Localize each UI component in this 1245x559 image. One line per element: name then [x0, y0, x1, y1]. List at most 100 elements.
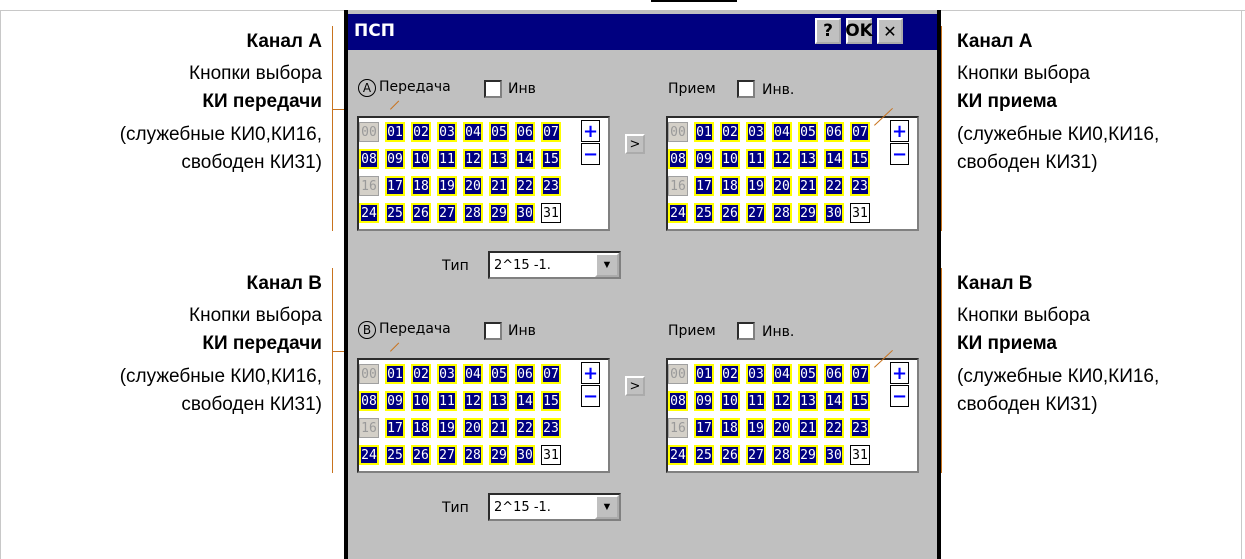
timeslot-button[interactable]: 12 [772, 391, 792, 411]
timeslot-button[interactable]: 02 [411, 122, 431, 142]
timeslot-button[interactable]: 22 [824, 418, 844, 438]
timeslot-button[interactable]: 03 [746, 364, 766, 384]
timeslot-button[interactable]: 04 [463, 122, 483, 142]
timeslot-button[interactable]: 16 [668, 418, 688, 438]
timeslot-button[interactable]: 17 [694, 418, 714, 438]
type-select[interactable]: 2^15 -1. ▼ [488, 493, 621, 521]
timeslot-button[interactable]: 16 [359, 176, 379, 196]
timeslot-button[interactable]: 27 [746, 203, 766, 223]
timeslot-button[interactable]: 06 [515, 364, 535, 384]
chevron-down-icon[interactable]: ▼ [595, 495, 619, 519]
timeslot-button[interactable]: 20 [772, 176, 792, 196]
timeslot-button[interactable]: 12 [463, 149, 483, 169]
timeslot-button[interactable]: 14 [515, 391, 535, 411]
timeslot-button[interactable]: 05 [798, 364, 818, 384]
timeslot-button[interactable]: 30 [515, 203, 535, 223]
timeslot-button[interactable]: 23 [541, 418, 561, 438]
timeslot-button[interactable]: 31 [541, 445, 561, 465]
timeslot-button[interactable]: 29 [798, 203, 818, 223]
timeslot-button[interactable]: 24 [668, 445, 688, 465]
timeslot-button[interactable]: 14 [515, 149, 535, 169]
copy-to-rx-button[interactable]: > [625, 134, 645, 154]
tx-minus-button[interactable]: − [581, 385, 600, 407]
timeslot-button[interactable]: 20 [772, 418, 792, 438]
tx-inv-checkbox[interactable] [484, 80, 502, 98]
rx-plus-button[interactable]: + [890, 120, 909, 142]
timeslot-button[interactable]: 19 [437, 176, 457, 196]
tx-plus-button[interactable]: + [581, 120, 600, 142]
timeslot-button[interactable]: 17 [694, 176, 714, 196]
timeslot-button[interactable]: 28 [772, 203, 792, 223]
close-button[interactable]: ✕ [877, 18, 903, 44]
timeslot-button[interactable]: 15 [850, 149, 870, 169]
timeslot-button[interactable]: 10 [720, 149, 740, 169]
timeslot-button[interactable]: 13 [798, 149, 818, 169]
timeslot-button[interactable]: 29 [489, 445, 509, 465]
timeslot-button[interactable]: 01 [385, 122, 405, 142]
timeslot-button[interactable]: 24 [668, 203, 688, 223]
timeslot-button[interactable]: 01 [694, 122, 714, 142]
timeslot-button[interactable]: 16 [668, 176, 688, 196]
timeslot-button[interactable]: 06 [515, 122, 535, 142]
tx-minus-button[interactable]: − [581, 143, 600, 165]
timeslot-button[interactable]: 31 [541, 203, 561, 223]
type-select[interactable]: 2^15 -1. ▼ [488, 251, 621, 279]
timeslot-button[interactable]: 10 [720, 391, 740, 411]
timeslot-button[interactable]: 03 [437, 364, 457, 384]
timeslot-button[interactable]: 07 [541, 122, 561, 142]
timeslot-button[interactable]: 28 [463, 203, 483, 223]
timeslot-button[interactable]: 03 [746, 122, 766, 142]
timeslot-button[interactable]: 09 [385, 391, 405, 411]
timeslot-button[interactable]: 16 [359, 418, 379, 438]
timeslot-button[interactable]: 05 [489, 122, 509, 142]
timeslot-button[interactable]: 04 [772, 122, 792, 142]
timeslot-button[interactable]: 25 [385, 203, 405, 223]
timeslot-button[interactable]: 28 [772, 445, 792, 465]
channel-a-radio[interactable]: A [358, 79, 376, 97]
timeslot-button[interactable]: 21 [798, 418, 818, 438]
timeslot-button[interactable]: 00 [668, 122, 688, 142]
timeslot-button[interactable]: 13 [489, 391, 509, 411]
timeslot-button[interactable]: 02 [720, 122, 740, 142]
timeslot-button[interactable]: 11 [437, 149, 457, 169]
rx-minus-button[interactable]: − [890, 143, 909, 165]
timeslot-button[interactable]: 08 [359, 149, 379, 169]
timeslot-button[interactable]: 09 [385, 149, 405, 169]
timeslot-button[interactable]: 10 [411, 149, 431, 169]
timeslot-button[interactable]: 26 [720, 445, 740, 465]
rx-inv-checkbox[interactable] [737, 322, 755, 340]
timeslot-button[interactable]: 17 [385, 418, 405, 438]
timeslot-button[interactable]: 15 [541, 149, 561, 169]
help-button[interactable]: ? [815, 18, 841, 44]
timeslot-button[interactable]: 21 [489, 176, 509, 196]
timeslot-button[interactable]: 18 [411, 176, 431, 196]
timeslot-button[interactable]: 03 [437, 122, 457, 142]
timeslot-button[interactable]: 07 [541, 364, 561, 384]
timeslot-button[interactable]: 27 [746, 445, 766, 465]
timeslot-button[interactable]: 01 [694, 364, 714, 384]
timeslot-button[interactable]: 01 [385, 364, 405, 384]
timeslot-button[interactable]: 05 [489, 364, 509, 384]
timeslot-button[interactable]: 18 [720, 418, 740, 438]
timeslot-button[interactable]: 02 [411, 364, 431, 384]
timeslot-button[interactable]: 04 [463, 364, 483, 384]
timeslot-button[interactable]: 28 [463, 445, 483, 465]
timeslot-button[interactable]: 26 [411, 203, 431, 223]
timeslot-button[interactable]: 23 [850, 418, 870, 438]
timeslot-button[interactable]: 08 [359, 391, 379, 411]
timeslot-button[interactable]: 09 [694, 149, 714, 169]
timeslot-button[interactable]: 27 [437, 445, 457, 465]
timeslot-button[interactable]: 26 [720, 203, 740, 223]
timeslot-button[interactable]: 11 [746, 149, 766, 169]
timeslot-button[interactable]: 12 [463, 391, 483, 411]
timeslot-button[interactable]: 23 [850, 176, 870, 196]
rx-minus-button[interactable]: − [890, 385, 909, 407]
timeslot-button[interactable]: 08 [668, 391, 688, 411]
timeslot-button[interactable]: 26 [411, 445, 431, 465]
timeslot-button[interactable]: 05 [798, 122, 818, 142]
timeslot-button[interactable]: 30 [824, 203, 844, 223]
timeslot-button[interactable]: 25 [385, 445, 405, 465]
timeslot-button[interactable]: 14 [824, 391, 844, 411]
timeslot-button[interactable]: 22 [515, 418, 535, 438]
timeslot-button[interactable]: 06 [824, 364, 844, 384]
